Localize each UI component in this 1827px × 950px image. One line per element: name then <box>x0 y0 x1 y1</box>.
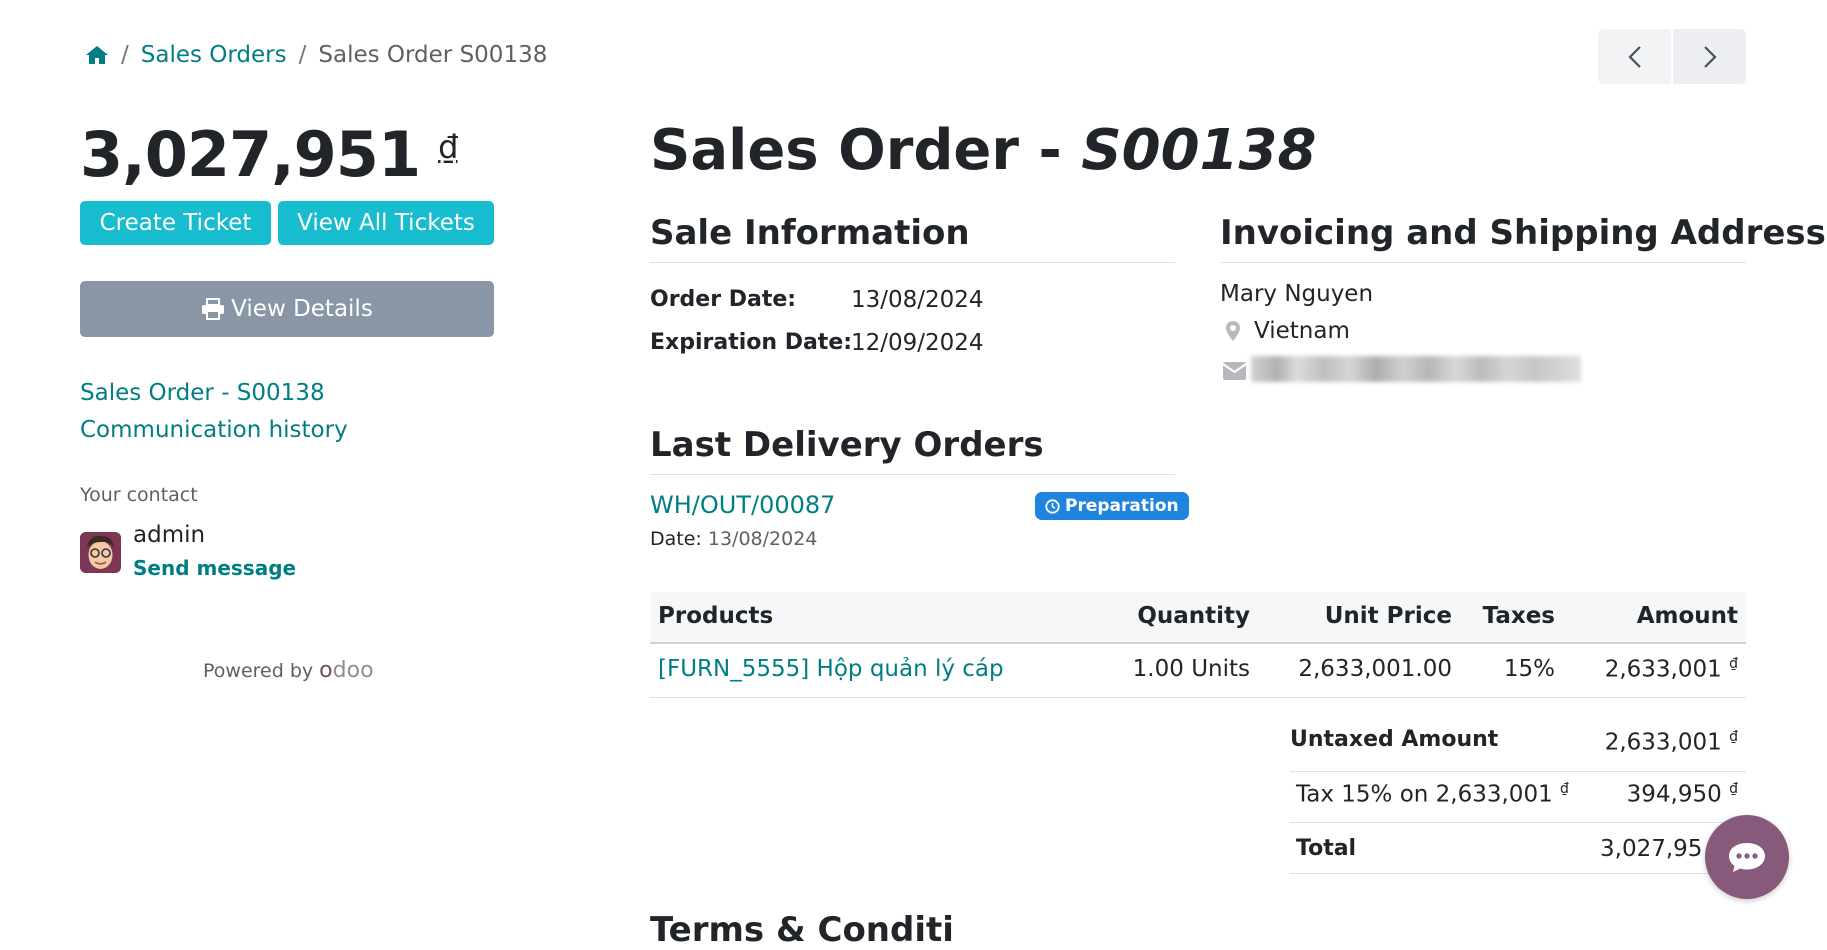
breadcrumb-sales-orders-link[interactable]: Sales Orders <box>141 42 287 68</box>
live-chat-button[interactable] <box>1705 815 1789 899</box>
email-redacted <box>1251 356 1581 382</box>
address-heading: Invoicing and Shipping Address <box>1220 213 1826 253</box>
status-badge-label: Preparation <box>1065 496 1179 516</box>
terms-conditions-heading: Terms & Conditi <box>650 910 954 950</box>
page-title: Sales Order - S00138 <box>650 118 1316 183</box>
column-amount: Amount <box>1636 603 1738 629</box>
envelope-icon <box>1222 361 1247 385</box>
total-label: Total <box>1296 836 1357 861</box>
amount-value: 3,027,951 <box>80 118 421 191</box>
next-button[interactable] <box>1673 29 1746 84</box>
untaxed-amount-value: 2,633,001 ₫ <box>1580 729 1738 756</box>
avatar <box>80 532 121 573</box>
view-details-button[interactable]: View Details <box>80 281 494 337</box>
delivery-date-value: 13/08/2024 <box>707 528 818 550</box>
sidebar-links: Sales Order - S00138 Communication histo… <box>80 375 348 449</box>
chat-icon <box>1729 843 1765 872</box>
sale-information-heading: Sale Information <box>650 213 970 253</box>
currency-symbol: ₫ <box>1729 656 1738 672</box>
breadcrumb: / Sales Orders / Sales Order S00138 <box>85 42 547 68</box>
create-ticket-button[interactable]: Create Ticket <box>80 201 271 245</box>
tax-value: 394,950 ₫ <box>1580 781 1738 808</box>
last-delivery-orders-heading: Last Delivery Orders <box>650 425 1044 465</box>
home-icon[interactable] <box>85 44 109 66</box>
column-products: Products <box>658 603 774 629</box>
divider <box>650 474 1175 475</box>
untaxed-amount-number: 2,633,001 <box>1604 729 1722 756</box>
tax-value-number: 394,950 <box>1626 781 1722 808</box>
order-total-amount: 3,027,951 ₫ <box>80 118 458 191</box>
tax-label: Tax 15% on 2,633,001 ₫ <box>1296 781 1569 808</box>
divider <box>650 262 1175 263</box>
send-message-link[interactable]: Send message <box>133 556 296 580</box>
previous-button[interactable] <box>1598 29 1671 84</box>
divider <box>1290 771 1746 772</box>
printer-icon <box>202 298 225 320</box>
map-marker-icon <box>1225 320 1241 346</box>
title-ref: S00138 <box>1081 118 1317 183</box>
untaxed-amount-label: Untaxed Amount <box>1290 727 1499 752</box>
currency-symbol: ₫ <box>1729 729 1738 745</box>
divider <box>1220 262 1746 263</box>
delivery-order-link[interactable]: WH/OUT/00087 <box>650 491 835 519</box>
row-quantity: 1.00 Units <box>1132 656 1250 682</box>
sales-order-link[interactable]: Sales Order - S00138 <box>80 380 325 406</box>
your-contact-label: Your contact <box>80 484 198 506</box>
order-date-value: 13/08/2024 <box>851 287 984 313</box>
divider <box>1290 873 1746 874</box>
expiration-date-value: 12/09/2024 <box>851 330 984 356</box>
delivery-date-label: Date: <box>650 528 702 550</box>
powered-by-label: Powered by <box>203 660 314 682</box>
column-taxes: Taxes <box>1482 603 1555 629</box>
row-unit-price: 2,633,001.00 <box>1298 656 1452 682</box>
currency-symbol: ₫ <box>1729 781 1738 797</box>
order-date-label: Order Date: <box>650 287 797 312</box>
tax-label-text: Tax 15% on 2,633,001 <box>1296 781 1553 808</box>
breadcrumb-current: Sales Order S00138 <box>318 42 548 68</box>
chevron-right-icon <box>1703 45 1717 68</box>
expiration-date-label: Expiration Date: <box>650 330 853 355</box>
clock-icon <box>1045 498 1060 514</box>
column-quantity: Quantity <box>1137 603 1250 629</box>
breadcrumb-separator: / <box>298 42 307 68</box>
column-unit-price: Unit Price <box>1324 603 1452 629</box>
total-value: 3,027,95 <box>1600 836 1703 862</box>
powered-by: Powered by odoo <box>203 658 374 683</box>
record-pager <box>1598 29 1746 84</box>
row-taxes: 15% <box>1503 656 1555 682</box>
divider <box>1290 822 1746 823</box>
communication-history-link[interactable]: Communication history <box>80 417 348 443</box>
chevron-left-icon <box>1627 45 1641 68</box>
currency-symbol: ₫ <box>1560 781 1569 797</box>
currency-symbol: ₫ <box>438 128 458 166</box>
row-amount-value: 2,633,001 <box>1604 656 1722 683</box>
row-amount: 2,633,001 ₫ <box>1580 656 1738 683</box>
contact-name: admin <box>133 522 206 548</box>
breadcrumb-separator: / <box>121 42 129 68</box>
view-all-tickets-button[interactable]: View All Tickets <box>278 201 494 245</box>
product-link[interactable]: [FURN_5555] Hộp quản lý cáp <box>658 656 1004 682</box>
title-prefix: Sales Order - <box>650 118 1082 183</box>
view-details-label: View Details <box>231 296 373 322</box>
customer-name: Mary Nguyen <box>1220 281 1374 307</box>
odoo-logo[interactable]: odoo <box>319 658 373 683</box>
delivery-date: Date: 13/08/2024 <box>650 528 817 550</box>
customer-country: Vietnam <box>1254 318 1350 344</box>
status-badge: Preparation <box>1035 492 1189 520</box>
